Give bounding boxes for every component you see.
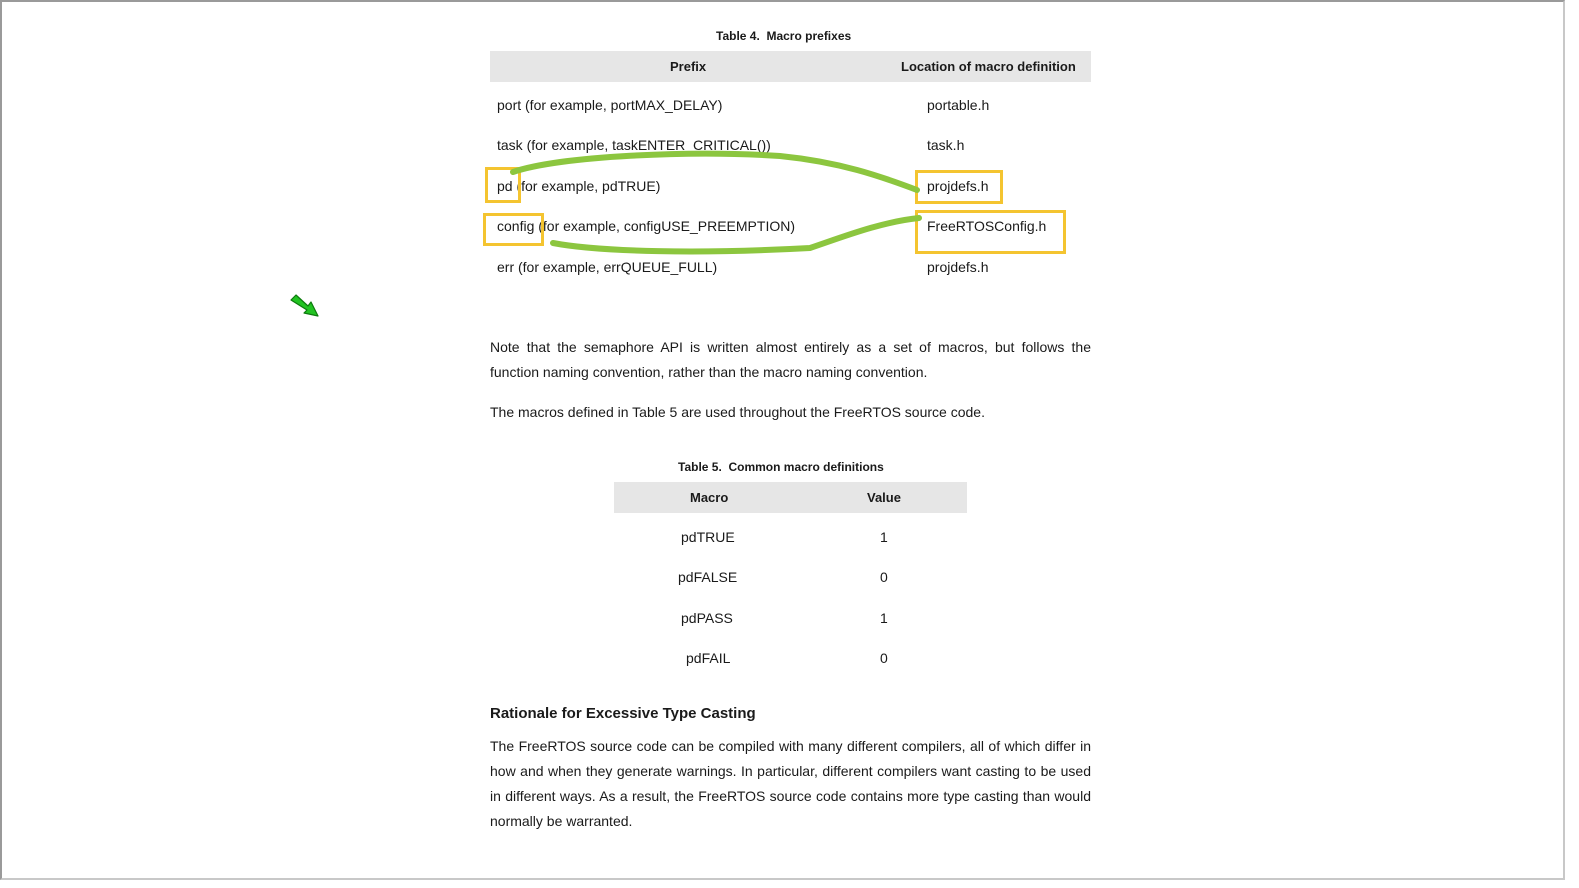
table4-header: Prefix Location of macro definition — [490, 51, 1091, 82]
highlight-box-pd — [485, 167, 521, 203]
table5-caption: Table 5. Common macro definitions — [678, 460, 884, 474]
table5-row-macro: pdFAIL — [686, 650, 731, 666]
highlight-box-freertosconfig — [915, 210, 1066, 254]
semaphore-note-paragraph: Note that the semaphore API is written a… — [490, 339, 1091, 380]
table5-row-macro: pdFALSE — [678, 569, 738, 585]
table4-row-location: portable.h — [927, 97, 990, 113]
table4-row-prefix: task (for example, taskENTER_CRITICAL()) — [497, 137, 771, 153]
table4-row-prefix: pd (for example, pdTRUE) — [497, 178, 660, 194]
table5-row-value: 1 — [880, 529, 888, 545]
table4-row-prefix: port (for example, portMAX_DELAY) — [497, 97, 723, 113]
table4-row-location: task.h — [927, 137, 965, 153]
table5-row-value: 1 — [880, 610, 888, 626]
table5-header: Macro Value — [614, 482, 967, 513]
section-body-paragraph: The FreeRTOS source code can be compiled… — [490, 738, 1091, 829]
table5-row-macro: pdPASS — [681, 610, 733, 626]
table5-header-value: Value — [867, 490, 901, 505]
prefix-rest: (for example, configUSE_PREEMPTION) — [534, 218, 795, 234]
table4-row-prefix: err (for example, errQUEUE_FULL) — [497, 259, 718, 275]
highlight-box-config — [483, 213, 544, 246]
table4-caption: Table 4. Macro prefixes — [716, 29, 852, 43]
highlight-box-projdefs — [915, 170, 1003, 204]
table4-header-prefix: Prefix — [670, 59, 707, 74]
table5-header-macro: Macro — [690, 490, 729, 505]
prefix-rest: (for example, pdTRUE) — [512, 178, 661, 194]
table4-header-location: Location of macro definition — [901, 59, 1076, 74]
macros-intro-paragraph: The macros defined in Table 5 are used t… — [490, 404, 985, 420]
table5-row-macro: pdTRUE — [681, 529, 735, 545]
table5-row-value: 0 — [880, 569, 888, 585]
green-arrow-cursor-icon — [290, 294, 319, 317]
section-heading: Rationale for Excessive Type Casting — [490, 705, 756, 722]
table5-row-value: 0 — [880, 650, 888, 666]
table4-row-location: projdefs.h — [927, 259, 989, 275]
